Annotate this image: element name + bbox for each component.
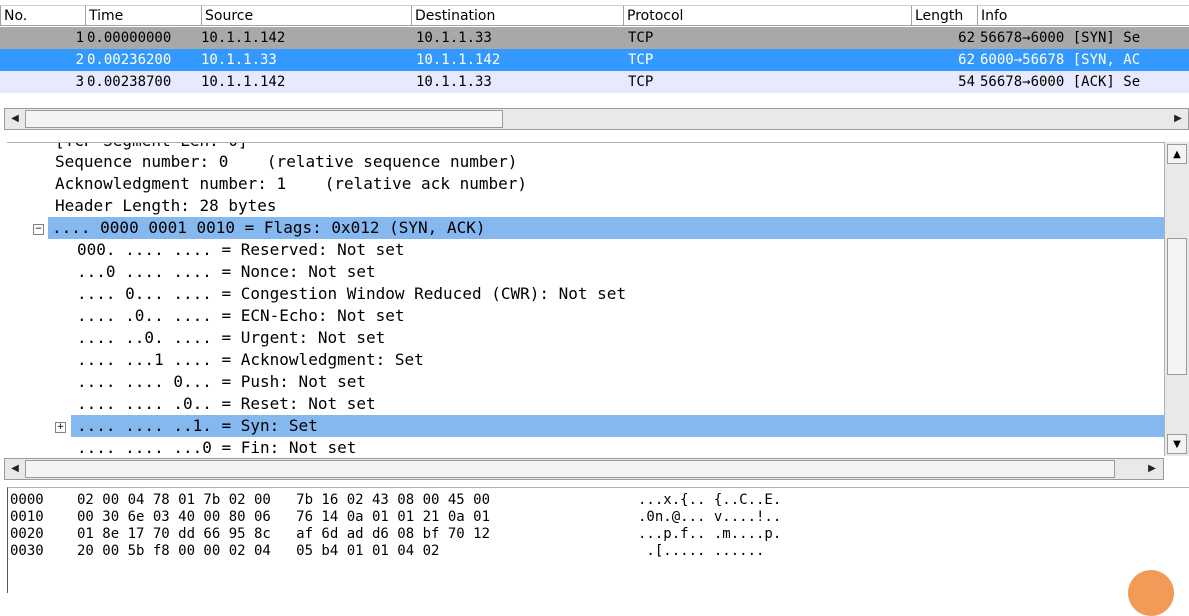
scroll-left-icon[interactable]: ◀ [5,460,25,478]
packet-row[interactable]: 3 0.00238700 10.1.1.142 10.1.1.33 TCP 54… [0,71,1189,93]
column-header-length[interactable]: Length [911,5,977,26]
scroll-right-icon[interactable]: ▶ [1142,460,1162,478]
packet-no: 2 [75,52,84,68]
details-line[interactable]: Header Length: 28 bytes [55,195,277,217]
details-line[interactable]: .... .... ...0 = Fin: Not set [77,437,356,457]
column-header-info[interactable]: Info [977,5,1189,26]
packet-destination: 10.1.1.33 [416,74,492,90]
details-line[interactable]: 000. .... .... = Reserved: Not set [77,239,405,261]
scroll-up-icon[interactable]: ▲ [1167,144,1187,164]
packet-protocol: TCP [628,74,654,90]
collapse-icon[interactable]: − [33,224,44,235]
packet-source: 10.1.1.142 [201,74,286,90]
details-hscrollbar[interactable]: ◀ ▶ [4,458,1164,480]
packet-protocol: TCP [628,30,654,46]
column-header-time[interactable]: Time [85,5,201,26]
details-line[interactable]: .... .0.. .... = ECN-Echo: Not set [77,305,405,327]
packet-bytes-pane: 0000 02 00 04 78 01 7b 02 00 7b 16 02 43… [7,487,1189,593]
packet-no: 3 [75,74,84,90]
hex-ascii[interactable]: .0n.@... v....!.. [638,509,781,525]
packet-protocol: TCP [628,52,654,68]
column-header-no[interactable]: No. [0,5,85,26]
packet-details-pane: [TCP Segment Len: 0] Sequence number: 0 … [7,142,1189,457]
packet-list-hscroll-thumb[interactable] [25,110,503,128]
packet-info: 6000→56678 [SYN, AC [980,52,1141,68]
packet-no: 1 [75,30,84,46]
packet-destination: 10.1.1.33 [416,30,492,46]
packet-source: 10.1.1.142 [201,30,286,46]
packet-length: 54 [958,74,975,90]
details-line[interactable]: ...0 .... .... = Nonce: Not set [77,261,376,283]
hex-bytes[interactable]: 00 30 6e 03 40 00 80 06 76 14 0a 01 01 2… [77,509,490,525]
scroll-down-icon[interactable]: ▼ [1167,434,1187,454]
hex-ascii[interactable]: .[..... ...... [638,543,764,559]
packet-list-pane: No. Time Source Destination Protocol Len… [0,0,1189,140]
column-header-source[interactable]: Source [201,5,411,26]
hex-offset: 0000 [10,492,44,508]
packet-destination: 10.1.1.142 [416,52,501,68]
details-line[interactable]: Sequence number: 0 (relative sequence nu… [55,151,517,173]
details-line[interactable]: Acknowledgment number: 1 (relative ack n… [55,173,527,195]
packet-length: 62 [958,30,975,46]
packet-time: 0.00236200 [87,52,172,68]
details-line[interactable]: .... .... .0.. = Reset: Not set [77,393,376,415]
packet-length: 62 [958,52,975,68]
hex-offset: 0010 [10,509,44,525]
details-vscrollbar[interactable]: ▲ ▼ [1164,142,1189,456]
column-header-protocol[interactable]: Protocol [623,5,911,26]
packet-time: 0.00238700 [87,74,172,90]
hex-offset: 0030 [10,543,44,559]
details-hscroll-thumb[interactable] [25,460,1115,478]
scroll-left-icon[interactable]: ◀ [5,110,25,128]
watermark-logo-icon [1128,570,1174,616]
column-header-destination[interactable]: Destination [411,5,623,26]
details-line[interactable]: .... ...1 .... = Acknowledgment: Set [77,349,424,371]
packet-row[interactable]: 1 0.00000000 10.1.1.142 10.1.1.33 TCP 62… [0,27,1189,49]
details-line[interactable]: .... ..0. .... = Urgent: Not set [77,327,385,349]
hex-bytes[interactable]: 20 00 5b f8 00 00 02 04 05 b4 01 01 04 0… [77,543,439,559]
packet-source: 10.1.1.33 [201,52,277,68]
hex-bytes[interactable]: 02 00 04 78 01 7b 02 00 7b 16 02 43 08 0… [77,492,490,508]
expand-icon[interactable]: + [55,422,66,433]
scroll-right-icon[interactable]: ▶ [1168,110,1188,128]
details-vscroll-thumb[interactable] [1167,238,1187,375]
details-line[interactable]: .... .... 0... = Push: Not set [77,371,366,393]
packet-info: 56678→6000 [ACK] Se [980,74,1141,90]
details-line-syn-selected[interactable]: .... .... ..1. = Syn: Set [71,415,1164,437]
hex-ascii[interactable]: ...x.{.. {..C..E. [638,492,781,508]
hex-offset: 0020 [10,526,44,542]
packet-list-hscrollbar[interactable]: ◀ ▶ [4,108,1189,130]
packet-row-selected[interactable]: 2 0.00236200 10.1.1.33 10.1.1.142 TCP 62… [0,49,1189,71]
packet-time: 0.00000000 [87,30,172,46]
details-line[interactable]: .... 0... .... = Congestion Window Reduc… [77,283,626,305]
details-line-flags-selected[interactable]: .... 0000 0001 0010 = Flags: 0x012 (SYN,… [48,217,1164,239]
packet-info: 56678→6000 [SYN] Se [980,30,1141,46]
hex-bytes[interactable]: 01 8e 17 70 dd 66 95 8c af 6d ad d6 08 b… [77,526,490,542]
hex-ascii[interactable]: ...p.f.. .m....p. [638,526,781,542]
